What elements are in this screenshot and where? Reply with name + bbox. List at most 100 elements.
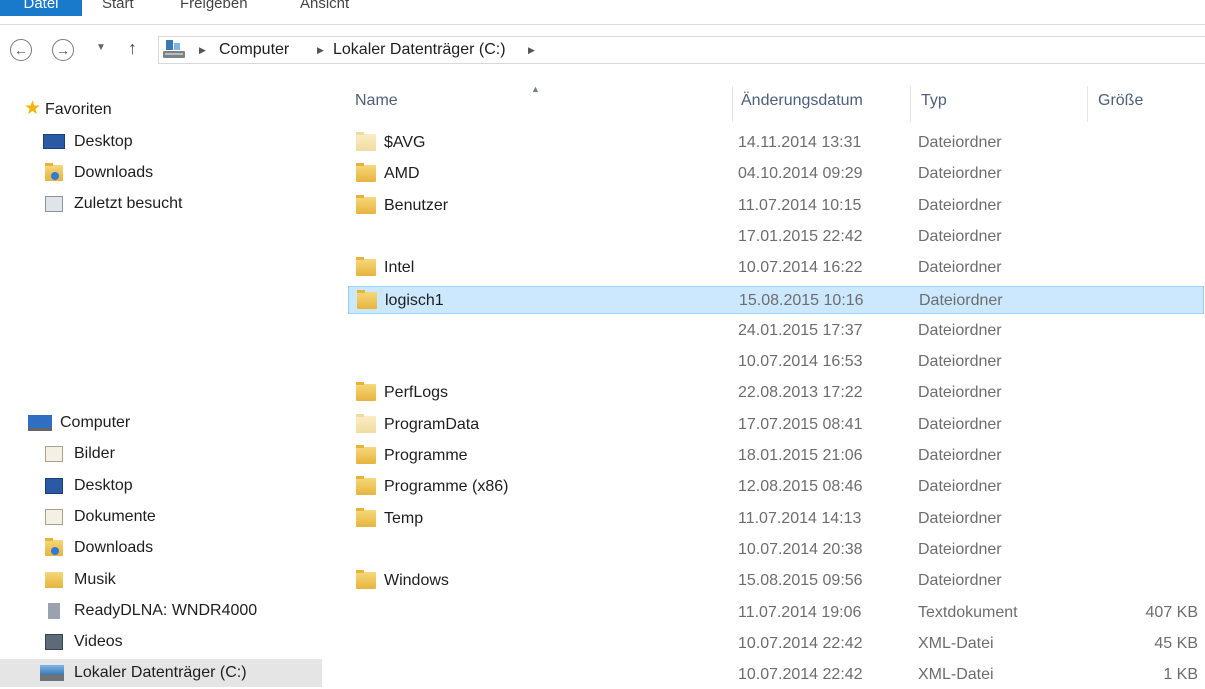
column-header-size[interactable]: Größe (1098, 86, 1143, 116)
sidebar-item-favorites[interactable]: ★ Favoriten (0, 96, 322, 124)
file-date: 10.07.2014 22:42 (738, 666, 863, 683)
sidebar-item-label: Lokaler Datenträger (C:) (74, 664, 247, 681)
sidebar-item-label: Videos (74, 633, 123, 650)
table-row[interactable]: Intel 10.07.2014 16:22 Dateiordner (348, 254, 1204, 282)
breadcrumb-separator-icon[interactable]: ▶ (528, 37, 535, 63)
navigation-pane: ★ Favoriten Desktop Downloads Zuletzt be… (0, 86, 322, 687)
forward-button[interactable]: → (52, 39, 74, 61)
file-type: Dateiordner (919, 292, 1003, 309)
sidebar-item-pictures[interactable]: Bilder (0, 440, 322, 468)
folder-icon (356, 195, 376, 214)
file-type: Dateiordner (918, 353, 1002, 370)
sidebar-item-videos[interactable]: Videos (0, 628, 322, 656)
column-divider[interactable] (910, 86, 911, 122)
table-row[interactable]: Temp 11.07.2014 14:13 Dateiordner (348, 505, 1204, 533)
table-row[interactable]: Benutzer 11.07.2014 10:15 Dateiordner (348, 192, 1204, 220)
file-type: Dateiordner (918, 134, 1002, 151)
arrow-left-icon: ← (14, 42, 28, 58)
sidebar-item-label: Downloads (74, 539, 154, 556)
file-name: Intel (384, 259, 415, 276)
folder-icon (356, 163, 376, 182)
address-bar[interactable]: ▶ Computer ▶ Lokaler Datenträger (C:) ▶ (158, 36, 1205, 64)
column-divider[interactable] (732, 86, 733, 122)
file-type: XML-Datei (918, 666, 994, 683)
file-type: Dateiordner (918, 478, 1002, 495)
table-row[interactable]: $AVG 14.11.2014 13:31 Dateiordner (348, 129, 1204, 157)
folder-icon (356, 570, 376, 589)
sidebar-item-recent-places[interactable]: Zuletzt besucht (0, 190, 322, 218)
sidebar-item-label: Dokumente (74, 508, 156, 525)
table-row[interactable]: 24.01.2015 17:37 Dateiordner (348, 317, 1204, 345)
table-row[interactable]: 11.07.2014 19:06 Textdokument 407 KB (348, 599, 1204, 627)
file-type: Dateiordner (918, 384, 1002, 401)
breadcrumb-computer[interactable]: Computer (219, 37, 289, 63)
recent-locations-button[interactable]: ▼ (96, 42, 106, 53)
table-row[interactable]: 10.07.2014 16:53 Dateiordner (348, 348, 1204, 376)
column-header-type[interactable]: Typ (921, 86, 947, 116)
table-row[interactable]: 17.01.2015 22:42 Dateiordner (348, 223, 1204, 251)
videos-icon (45, 634, 63, 650)
downloads-icon (45, 538, 63, 556)
tab-view[interactable]: Ansicht (300, 0, 349, 16)
table-row[interactable]: AMD 04.10.2014 09:29 Dateiordner (348, 160, 1204, 188)
file-date: 24.01.2015 17:37 (738, 322, 863, 339)
sidebar-item-label: ReadyDLNA: WNDR4000 (74, 602, 258, 619)
sidebar-item-media-server[interactable]: ReadyDLNA: WNDR4000 (0, 597, 322, 625)
file-date: 10.07.2014 20:38 (738, 541, 863, 558)
file-name: $AVG (384, 134, 426, 151)
file-date: 18.01.2015 21:06 (738, 447, 863, 464)
table-row[interactable]: 10.07.2014 22:42 XML-Datei 1 KB (348, 661, 1204, 689)
file-name: ProgramData (384, 416, 480, 433)
file-date: 10.07.2014 16:53 (738, 353, 863, 370)
file-date: 11.07.2014 14:13 (738, 510, 862, 527)
computer-icon (28, 415, 52, 431)
breadcrumb-separator-icon[interactable]: ▶ (199, 37, 206, 63)
file-date: 15.08.2015 09:56 (738, 572, 863, 589)
file-date: 11.07.2014 10:15 (738, 197, 862, 214)
file-name: Programme (384, 447, 468, 464)
file-type: Dateiordner (918, 572, 1002, 589)
sidebar-item-computer[interactable]: Computer (0, 409, 322, 437)
table-row[interactable]: PerfLogs 22.08.2013 17:22 Dateiordner (348, 379, 1204, 407)
file-name: Programme (x86) (384, 478, 509, 495)
column-divider[interactable] (1087, 86, 1088, 122)
sidebar-item-desktop-folder[interactable]: Desktop (0, 472, 322, 500)
file-size: 45 KB (1154, 635, 1198, 652)
table-row[interactable]: logisch1 15.08.2015 10:16 Dateiordner (348, 286, 1204, 314)
sidebar-item-downloads-2[interactable]: Downloads (0, 534, 322, 562)
column-header-date[interactable]: Änderungsdatum (741, 86, 863, 116)
table-row[interactable]: Programme (x86) 12.08.2015 08:46 Dateiordn… (348, 473, 1204, 501)
tab-file[interactable]: Datei (0, 0, 82, 16)
sidebar-item-downloads[interactable]: Downloads (0, 159, 322, 187)
column-header-name[interactable]: Name (355, 86, 398, 116)
tab-start[interactable]: Start (102, 0, 134, 16)
sidebar-item-documents[interactable]: Dokumente (0, 503, 322, 531)
sidebar-item-music[interactable]: Musik (0, 566, 322, 594)
file-list: Name ▲ Änderungsdatum Typ Größe $AVG 14.1… (322, 84, 1205, 689)
table-row[interactable]: ProgramData 17.07.2015 08:41 Dateiordner (348, 411, 1204, 439)
table-row[interactable]: Windows 15.08.2015 09:56 Dateiordner (348, 567, 1204, 595)
chevron-down-icon: ▼ (96, 42, 106, 53)
breadcrumb-separator-icon[interactable]: ▶ (317, 37, 324, 63)
table-row[interactable]: 10.07.2014 22:42 XML-Datei 45 KB (348, 630, 1204, 658)
tab-share[interactable]: Freigeben (180, 0, 248, 16)
sidebar-item-label: Bilder (74, 445, 115, 462)
sidebar-item-desktop[interactable]: Desktop (0, 128, 322, 156)
sidebar-item-label: Favoriten (45, 101, 112, 118)
file-size: 1 KB (1163, 666, 1198, 683)
file-type: Dateiordner (918, 416, 1002, 433)
sidebar-item-label: Desktop (74, 477, 133, 494)
breadcrumb-local-drive[interactable]: Lokaler Datenträger (C:) (333, 37, 506, 63)
file-date: 10.07.2014 16:22 (738, 259, 863, 276)
up-button[interactable]: ↑ (128, 38, 137, 59)
table-row[interactable]: 10.07.2014 20:38 Dateiordner (348, 536, 1204, 564)
sidebar-item-label: Computer (60, 414, 131, 431)
file-name: AMD (384, 165, 420, 182)
table-row[interactable]: Programme 18.01.2015 21:06 Dateiordner (348, 442, 1204, 470)
file-type: Textdokument (918, 604, 1018, 621)
folder-icon (356, 445, 376, 464)
folder-icon (356, 508, 376, 527)
folder-icon (356, 382, 376, 401)
sidebar-item-local-drive[interactable]: Lokaler Datenträger (C:) (0, 659, 322, 687)
back-button[interactable]: ← (10, 39, 32, 61)
